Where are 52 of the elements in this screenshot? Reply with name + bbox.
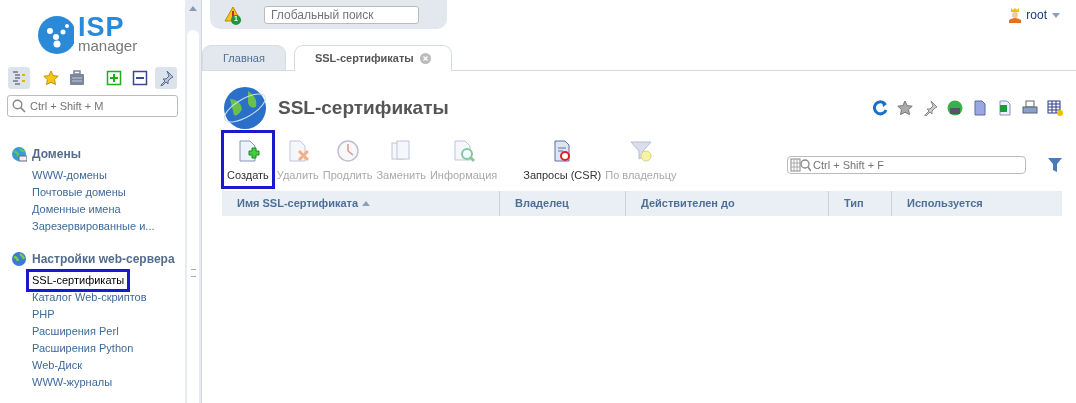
- globe-printer-icon[interactable]: [947, 100, 963, 116]
- sidebar-item[interactable]: Расширения Python: [29, 340, 137, 357]
- pin-icon[interactable]: [155, 67, 177, 89]
- sidebar-item[interactable]: WWW-журналы: [29, 374, 116, 391]
- table-settings-icon[interactable]: [1047, 100, 1063, 116]
- sidebar-item[interactable]: PHP: [29, 306, 58, 323]
- pin-icon[interactable]: [922, 100, 938, 116]
- spreadsheet-icon[interactable]: [997, 100, 1013, 116]
- toolbar-button[interactable]: Запросы (CSR): [521, 133, 604, 186]
- sidebar-item[interactable]: Зарезервированные и...: [29, 218, 158, 235]
- sidebar-search-field[interactable]: Ctrl + Shift + M: [7, 95, 178, 117]
- scrollbar-thumb[interactable]: [187, 30, 199, 403]
- page-title: SSL-сертификаты: [278, 95, 449, 120]
- funnel-smiley-icon: [628, 139, 653, 163]
- section-title[interactable]: Настройки web-сервера: [32, 250, 175, 268]
- tab[interactable]: SSL-сертификаты: [293, 45, 452, 71]
- user-menu[interactable]: root: [1026, 6, 1060, 24]
- logo-subtext: manager: [78, 38, 138, 54]
- column-header[interactable]: Имя SSL-сертификата: [222, 190, 500, 216]
- filter-icon[interactable]: [1048, 157, 1062, 172]
- sidebar-item[interactable]: WWW-домены: [29, 167, 110, 184]
- globe-monitor-icon: [11, 146, 27, 162]
- resize-grip[interactable]: [191, 269, 196, 277]
- sidebar-item[interactable]: SSL-сертификаты: [29, 272, 128, 289]
- document-icon[interactable]: [972, 100, 988, 116]
- logo-icon: [38, 16, 74, 54]
- printer-icon[interactable]: [1022, 100, 1038, 116]
- tree-view-icon[interactable]: [8, 67, 30, 89]
- scroll-up-arrow[interactable]: [189, 6, 197, 11]
- star-icon[interactable]: [897, 100, 913, 116]
- sidebar-item[interactable]: Доменные имена: [29, 201, 124, 218]
- document-magnifier-icon: [451, 139, 476, 163]
- column-header[interactable]: Действителен до: [626, 190, 829, 216]
- user-crown-icon: [1008, 7, 1023, 23]
- column-header[interactable]: Владелец: [500, 190, 626, 216]
- clock-icon: [335, 139, 360, 163]
- column-header[interactable]: Тип: [829, 190, 892, 216]
- toolbar-button[interactable]: Создать: [224, 133, 272, 186]
- sidebar-item[interactable]: Web-Диск: [29, 357, 85, 374]
- filter-field[interactable]: Ctrl + Shift + F: [787, 155, 1026, 174]
- column-header[interactable]: Используется: [892, 190, 1062, 216]
- refresh-icon[interactable]: [872, 100, 888, 116]
- globe-icon: [222, 85, 268, 131]
- caret-icon: [1052, 12, 1060, 18]
- global-search-field[interactable]: Глобальный поиск: [264, 5, 419, 24]
- globe-icon: [11, 251, 27, 267]
- sidebar-item[interactable]: Каталог Web-скриптов: [29, 289, 150, 306]
- sidebar-item[interactable]: Расширения Perl: [29, 323, 122, 340]
- section-title[interactable]: Домены: [32, 145, 81, 163]
- sidebar-item[interactable]: Почтовые домены: [29, 184, 129, 201]
- logo-text: ISP: [78, 16, 126, 38]
- tab[interactable]: Главная: [202, 45, 286, 70]
